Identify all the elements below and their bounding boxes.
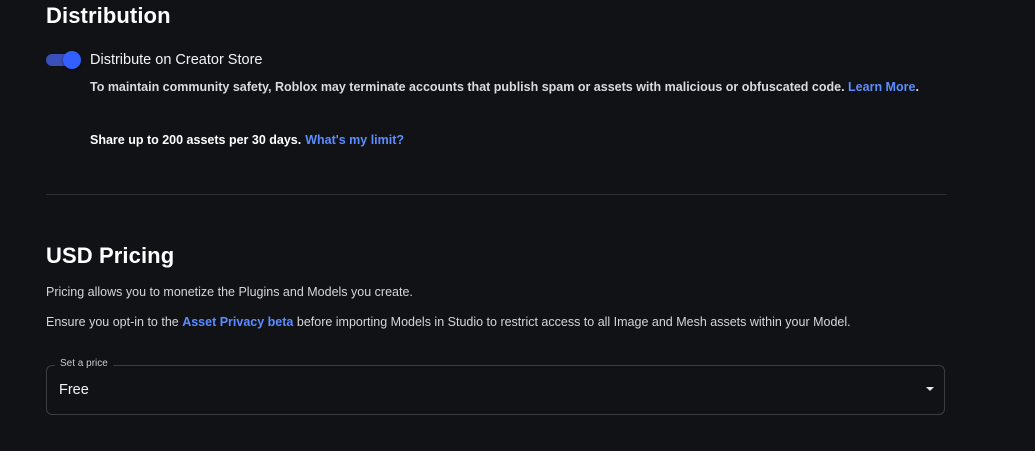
- price-select[interactable]: Set a price Free: [46, 358, 945, 415]
- section-divider: [46, 194, 947, 195]
- price-select-value: Free: [59, 382, 89, 398]
- distribute-toggle[interactable]: [46, 50, 82, 70]
- toggle-thumb: [63, 51, 81, 69]
- distribution-title: Distribution: [46, 3, 171, 28]
- asset-privacy-beta-link[interactable]: Asset Privacy beta: [182, 315, 293, 329]
- safety-notice: To maintain community safety, Roblox may…: [90, 80, 920, 94]
- whats-my-limit-link[interactable]: What's my limit?: [305, 133, 404, 147]
- distribute-toggle-label[interactable]: Distribute on Creator Store: [90, 52, 262, 68]
- learn-more-link[interactable]: Learn More: [848, 80, 915, 94]
- asset-limit: Share up to 200 assets per 30 days. What'…: [90, 133, 404, 147]
- asset-privacy-after: before importing Models in Studio to res…: [293, 315, 851, 329]
- page: Distribution Distribute on Creator Store…: [0, 0, 1035, 451]
- pricing-description: Pricing allows you to monetize the Plugi…: [46, 285, 413, 299]
- price-select-label: Set a price: [55, 358, 113, 369]
- distribute-toggle-row: Distribute on Creator Store: [46, 50, 262, 70]
- asset-privacy-before: Ensure you opt-in to the: [46, 315, 183, 329]
- safety-notice-text: To maintain community safety, Roblox may…: [90, 80, 845, 94]
- pricing-title: USD Pricing: [46, 243, 175, 268]
- safety-notice-suffix: .: [915, 80, 919, 94]
- asset-privacy-note: Ensure you opt-in to the Asset Privacy b…: [46, 315, 851, 329]
- caret-down-icon: [926, 387, 934, 391]
- asset-limit-text: Share up to 200 assets per 30 days.: [90, 133, 302, 147]
